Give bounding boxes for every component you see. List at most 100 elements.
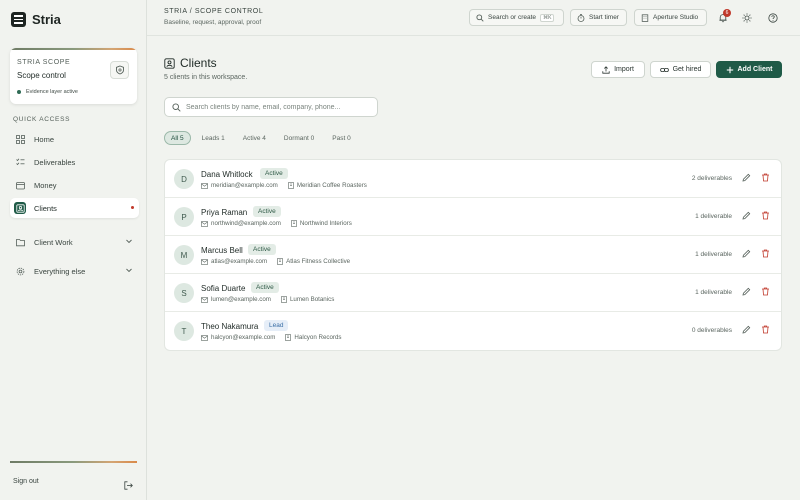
brand[interactable]: Stria <box>11 12 61 27</box>
folder-icon <box>14 236 26 248</box>
client-row[interactable]: S Sofia Duarte Active lumen@example.com … <box>165 274 781 312</box>
get-hired-button[interactable]: Get hired <box>650 61 711 78</box>
workspace-switcher[interactable]: Aperture Studio <box>634 9 707 26</box>
client-row[interactable]: M Marcus Bell Active atlas@example.com A… <box>165 236 781 274</box>
client-meta: meridian@example.com Meridian Coffee Roa… <box>201 182 367 189</box>
client-row[interactable]: P Priya Raman Active northwind@example.c… <box>165 198 781 236</box>
start-timer-button[interactable]: Start timer <box>570 9 627 26</box>
deliverable-count: 1 deliverable <box>695 289 732 296</box>
client-company: Meridian Coffee Roasters <box>296 182 367 189</box>
building-icon <box>288 182 294 189</box>
filter-dormant[interactable]: Dormant 0 <box>277 131 321 145</box>
search-icon <box>476 13 484 22</box>
grid-icon <box>14 133 26 145</box>
deliverable-count: 1 deliverable <box>695 213 732 220</box>
client-company: Halcyon Records <box>294 334 342 341</box>
page-subtitle: 5 clients in this workspace. <box>164 74 248 81</box>
mail-icon <box>201 334 208 341</box>
breadcrumb: STRIA / SCOPE CONTROL <box>164 8 264 15</box>
filter-leads[interactable]: Leads 1 <box>195 131 232 145</box>
sidebar-item-home[interactable]: Home <box>10 129 139 149</box>
trash-icon[interactable] <box>761 249 770 258</box>
theme-toggle-button[interactable] <box>740 11 753 24</box>
link-icon <box>659 67 669 72</box>
brand-name: Stria <box>32 12 61 27</box>
building-icon <box>291 220 297 227</box>
client-email: halcyon@example.com <box>211 334 276 341</box>
sidebar-group-everything-else[interactable]: Everything else <box>10 261 139 281</box>
notification-count-badge: 6 <box>723 9 731 17</box>
quick-access-label: QUICK ACCESS <box>13 116 71 123</box>
breadcrumb-subtitle: Baseline, request, approval, proof <box>164 19 262 26</box>
sidebar-item-label: Deliverables <box>34 157 76 167</box>
sign-out-icon[interactable] <box>124 477 133 495</box>
sidebar-item-clients[interactable]: Clients <box>10 198 139 218</box>
trash-icon[interactable] <box>761 211 770 220</box>
page-title: Clients <box>180 56 217 70</box>
avatar: T <box>174 321 194 341</box>
pencil-icon[interactable] <box>742 249 751 258</box>
pencil-icon[interactable] <box>742 211 751 220</box>
client-meta: atlas@example.com Atlas Fitness Collecti… <box>201 258 350 265</box>
mail-icon <box>201 182 208 189</box>
add-client-button[interactable]: Add Client <box>716 61 782 78</box>
trash-icon[interactable] <box>761 173 770 182</box>
pencil-icon[interactable] <box>742 173 751 182</box>
notification-dot-icon <box>131 206 134 209</box>
wallet-icon <box>14 179 26 191</box>
user-card-icon <box>164 57 175 69</box>
client-row[interactable]: D Dana Whitlock Active meridian@example.… <box>165 160 781 198</box>
stria-logo-icon <box>11 12 26 27</box>
building-icon <box>277 258 283 265</box>
client-name: Dana Whitlock <box>201 170 253 179</box>
client-company: Lumen Botanics <box>289 296 335 303</box>
sidebar-item-label: Home <box>34 134 55 144</box>
client-email: atlas@example.com <box>211 258 268 265</box>
sidebar-group-client-work[interactable]: Client Work <box>10 232 139 252</box>
mail-icon <box>201 258 208 265</box>
sidebar-item-money[interactable]: Money <box>10 175 139 195</box>
building-icon <box>285 334 292 341</box>
scope-card-status: Evidence layer active <box>17 89 78 95</box>
upload-icon <box>602 65 610 74</box>
trash-icon[interactable] <box>761 325 770 334</box>
client-filter-tabs: All 5 Leads 1 Active 4 Dormant 0 Past 0 <box>164 131 358 145</box>
search-shortcut: ⌘K <box>540 13 555 22</box>
client-meta: northwind@example.com Northwind Interior… <box>201 220 352 227</box>
shield-icon <box>115 65 124 75</box>
status-badge: Active <box>260 168 288 179</box>
sidebar-item-label: Clients <box>34 203 57 213</box>
mail-icon <box>201 220 208 227</box>
filter-all[interactable]: All 5 <box>164 131 191 145</box>
avatar: P <box>174 207 194 227</box>
global-search-label: Search or create <box>488 14 537 21</box>
pencil-icon[interactable] <box>742 325 751 334</box>
sidebar-item-deliverables[interactable]: Deliverables <box>10 152 139 172</box>
building-icon <box>281 296 287 303</box>
trash-icon[interactable] <box>761 287 770 296</box>
building-icon <box>641 13 649 22</box>
user-card-icon <box>14 202 26 214</box>
deliverable-count: 1 deliverable <box>695 251 732 258</box>
client-name: Marcus Bell <box>201 246 243 255</box>
import-button[interactable]: Import <box>591 61 645 78</box>
shield-button[interactable] <box>110 61 129 79</box>
pencil-icon[interactable] <box>742 287 751 296</box>
client-name: Priya Raman <box>201 208 248 217</box>
help-button[interactable] <box>766 11 779 24</box>
filter-past[interactable]: Past 0 <box>325 131 357 145</box>
client-search-input[interactable] <box>186 103 371 111</box>
checklist-icon <box>14 156 26 168</box>
client-meta: halcyon@example.com Halcyon Records <box>201 334 342 341</box>
global-search-button[interactable]: Search or create ⌘K <box>469 9 564 26</box>
sun-icon <box>741 12 752 23</box>
page-header: Clients <box>164 56 217 70</box>
get-hired-label: Get hired <box>672 66 702 73</box>
sign-out-link[interactable]: Sign out <box>13 478 39 485</box>
start-timer-label: Start timer <box>589 14 619 21</box>
filter-active[interactable]: Active 4 <box>236 131 273 145</box>
status-badge: Active <box>251 282 279 293</box>
sidebar-footer-accent <box>10 461 137 463</box>
client-row[interactable]: T Theo Nakamura Lead halcyon@example.com… <box>165 312 781 350</box>
client-meta: lumen@example.com Lumen Botanics <box>201 296 334 303</box>
